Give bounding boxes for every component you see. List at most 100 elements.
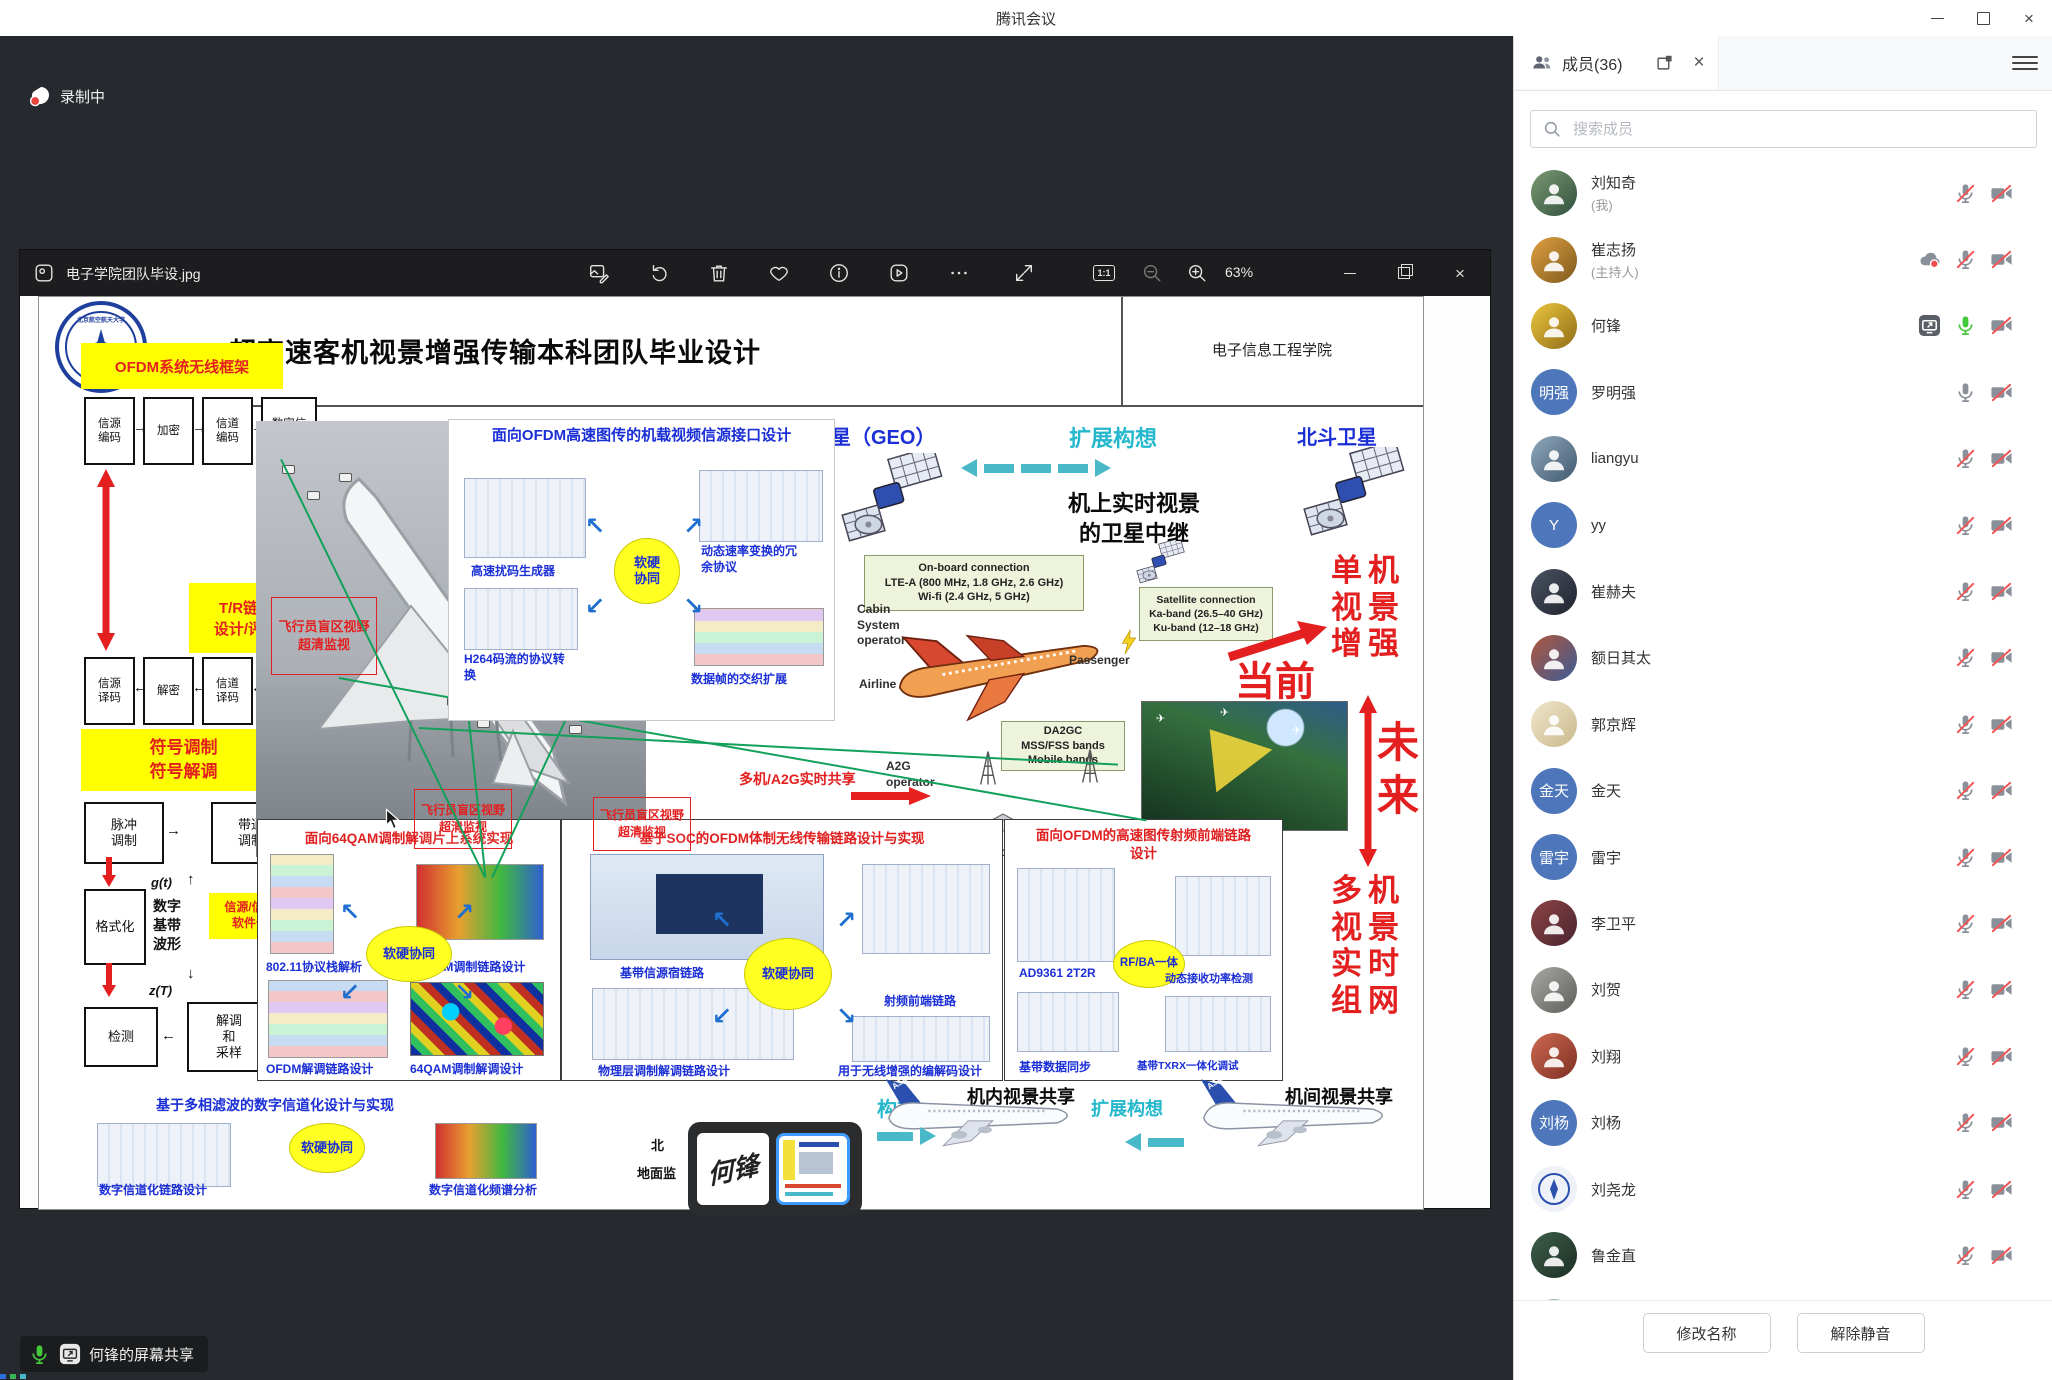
camera-off-icon[interactable] <box>1990 1111 2013 1134</box>
viewer-close-button[interactable]: × <box>1438 250 1482 296</box>
member-row[interactable]: 雷宇 雷宇 <box>1514 824 2052 890</box>
member-row[interactable]: 李卫平 <box>1514 890 2052 956</box>
viewer-restore-button[interactable] <box>1382 250 1426 296</box>
info-icon[interactable] <box>825 259 853 287</box>
recording-indicator: 录制中 <box>28 84 105 108</box>
microphone-muted-icon[interactable] <box>1954 580 1977 603</box>
rotate-icon[interactable] <box>645 259 673 287</box>
member-name: 刘翔 <box>1591 1046 1621 1067</box>
microphone-muted-icon[interactable] <box>1954 713 1977 736</box>
microphone-muted-icon[interactable] <box>1954 1045 1977 1068</box>
maximize-button[interactable] <box>1960 0 2006 36</box>
avatar <box>1531 1232 1577 1278</box>
member-name: 刘杨 <box>1591 1112 1621 1133</box>
microphone-muted-icon[interactable] <box>1954 846 1977 869</box>
camera-off-icon[interactable] <box>1990 314 2013 337</box>
microphone-muted-icon[interactable] <box>1954 646 1977 669</box>
microphone-muted-icon[interactable] <box>1954 1178 1977 1201</box>
members-header: 成员(36) × <box>1514 36 2052 91</box>
slideshow-icon[interactable] <box>885 259 913 287</box>
member-name: 鲁金直 <box>1591 1245 1636 1266</box>
fullscreen-icon[interactable] <box>1010 259 1038 287</box>
camera-off-icon[interactable] <box>1990 978 2013 1001</box>
satellite-graphic <box>831 453 959 545</box>
camera-off-icon[interactable] <box>1990 779 2013 802</box>
zoom-in-icon[interactable] <box>1183 259 1211 287</box>
camera-off-icon[interactable] <box>1990 713 2013 736</box>
member-row[interactable]: 鲁金直 <box>1514 1222 2052 1288</box>
cloud-recording-icon <box>1918 248 1941 271</box>
camera-off-icon[interactable] <box>1990 1244 2013 1267</box>
delete-icon[interactable] <box>705 259 733 287</box>
edit-image-icon[interactable] <box>585 259 613 287</box>
microphone-muted-icon[interactable] <box>1954 1111 1977 1134</box>
microphone-muted-icon[interactable] <box>1954 912 1977 935</box>
member-row[interactable]: 金天 金天 <box>1514 758 2052 824</box>
actual-size-icon[interactable]: 1:1 <box>1090 259 1118 287</box>
selected-slide-thumbnail[interactable] <box>776 1133 850 1205</box>
member-row[interactable]: 刘贺 <box>1514 957 2052 1023</box>
avatar <box>1531 967 1577 1013</box>
microphone-on-icon[interactable] <box>1954 381 1977 404</box>
microphone-muted-icon[interactable] <box>1954 514 1977 537</box>
microphone-muted-icon[interactable] <box>1954 978 1977 1001</box>
taskbar-peek-dots <box>0 1374 26 1379</box>
camera-off-icon[interactable] <box>1990 912 2013 935</box>
member-row[interactable]: liangyu <box>1514 426 2052 492</box>
camera-off-icon[interactable] <box>1990 1045 2013 1068</box>
microphone-muted-icon[interactable] <box>1954 1244 1977 1267</box>
unmute-button[interactable]: 解除静音 <box>1797 1313 1925 1353</box>
viewer-minimize-button[interactable] <box>1328 250 1372 296</box>
member-name: 刘贺 <box>1591 979 1621 1000</box>
camera-off-icon[interactable] <box>1990 646 2013 669</box>
favorite-icon[interactable] <box>765 259 793 287</box>
camera-off-icon[interactable] <box>1990 514 2013 537</box>
rename-button[interactable]: 修改名称 <box>1643 1313 1771 1353</box>
member-row[interactable]: 刘尧龙 <box>1514 1156 2052 1222</box>
blind-zone-label: 飞行员盲区视野 超清监视 <box>271 597 377 675</box>
microphone-muted-icon[interactable] <box>1954 248 1977 271</box>
camera-off-icon[interactable] <box>1990 1178 2013 1201</box>
member-row[interactable]: 额日其太 <box>1514 625 2052 691</box>
microphone-muted-icon[interactable] <box>1954 779 1977 802</box>
microphone-active-icon[interactable] <box>1954 314 1977 337</box>
member-row[interactable]: 明强 罗明强 <box>1514 359 2052 425</box>
member-name: yy <box>1591 517 1606 534</box>
camera-off-icon[interactable] <box>1990 248 2013 271</box>
panel-menu-icon[interactable] <box>2012 50 2038 76</box>
camera-off-icon[interactable] <box>1990 846 2013 869</box>
tab-members[interactable]: 成员(36) × <box>1514 36 1719 89</box>
members-icon <box>1531 52 1553 74</box>
member-row[interactable]: Y yy <box>1514 492 2052 558</box>
member-row[interactable]: 郭京辉 <box>1514 691 2052 757</box>
signature-thumbnail[interactable]: 何锋 <box>697 1133 769 1205</box>
minimize-button[interactable] <box>1914 0 1960 36</box>
member-row[interactable]: 崔赫夫 <box>1514 558 2052 624</box>
member-row[interactable]: 何锋 <box>1514 293 2052 359</box>
more-options-icon[interactable] <box>945 259 973 287</box>
camera-off-icon[interactable] <box>1990 381 2013 404</box>
popout-panel-icon[interactable] <box>1651 50 1677 76</box>
avatar: 明强 <box>1531 369 1577 415</box>
member-name: 崔志扬 <box>1591 239 1639 260</box>
member-row[interactable]: 刘翔 <box>1514 1023 2052 1089</box>
member-row[interactable] <box>1514 1289 2052 1300</box>
member-row[interactable]: 刘杨 刘杨 <box>1514 1089 2052 1155</box>
member-row[interactable]: 崔志扬(主持人) <box>1514 226 2052 292</box>
avatar <box>1531 701 1577 747</box>
screen-share-icon <box>59 1343 81 1365</box>
camera-off-icon[interactable] <box>1990 182 2013 205</box>
camera-off-icon[interactable] <box>1990 447 2013 470</box>
camera-off-icon[interactable] <box>1990 580 2013 603</box>
member-row[interactable]: 刘知奇(我) <box>1514 160 2052 226</box>
zoom-out-icon[interactable] <box>1138 259 1166 287</box>
mouse-cursor <box>385 808 402 831</box>
panel-rf-frontend: 面向OFDM的高速图传射频前端链路 设计 AD9361 2T2R RF/BA一体… <box>1004 819 1283 1081</box>
see-all-photos-icon[interactable] <box>30 259 58 287</box>
search-input[interactable] <box>1571 120 2036 139</box>
close-panel-icon[interactable]: × <box>1686 50 1712 76</box>
microphone-muted-icon[interactable] <box>1954 182 1977 205</box>
close-button[interactable]: × <box>2006 0 2052 36</box>
screen-share-area: 录制中 电子学院团队毕设.jpg <box>0 36 1513 1380</box>
microphone-muted-icon[interactable] <box>1954 447 1977 470</box>
